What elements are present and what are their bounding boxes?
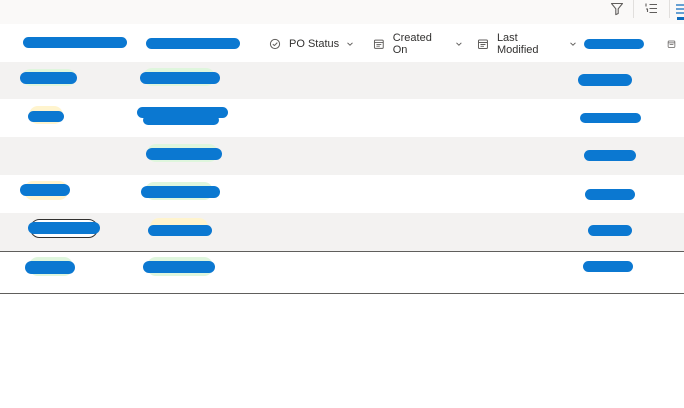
chevron-down-icon bbox=[347, 41, 353, 46]
calendar-icon bbox=[477, 39, 488, 49]
redacted-text bbox=[146, 38, 240, 49]
redacted-text bbox=[28, 222, 100, 234]
table-row[interactable] bbox=[0, 62, 684, 99]
column-header-7[interactable] bbox=[667, 25, 684, 62]
column-header-po-status[interactable]: PO Status bbox=[269, 25, 359, 62]
column-header-last-modified[interactable]: Last Modified bbox=[477, 25, 577, 62]
table-row[interactable] bbox=[0, 175, 684, 213]
redacted-text bbox=[23, 37, 127, 48]
chevron-down-icon bbox=[456, 41, 462, 46]
redacted-text bbox=[585, 189, 635, 200]
grid-header: PO Status Created On Last Modified bbox=[0, 25, 684, 62]
table-row-selected[interactable] bbox=[0, 213, 684, 251]
column-header-label: PO Status bbox=[289, 37, 340, 50]
grid-bottom-border bbox=[0, 293, 684, 294]
redacted-text bbox=[143, 261, 215, 273]
column-header-2[interactable] bbox=[145, 25, 245, 62]
redacted-text bbox=[583, 261, 633, 272]
redacted-text bbox=[28, 111, 64, 122]
table-row[interactable] bbox=[0, 252, 684, 293]
table-row[interactable] bbox=[0, 99, 684, 137]
redacted-text bbox=[20, 72, 77, 84]
column-header-label: Created On bbox=[392, 31, 432, 56]
toolbar-divider bbox=[669, 0, 670, 18]
redacted-text bbox=[580, 113, 641, 123]
calendar-icon bbox=[667, 40, 676, 48]
redacted-text bbox=[141, 186, 220, 198]
view-layout-icon bbox=[676, 4, 684, 14]
toolbar-divider bbox=[633, 0, 634, 18]
list-ordered-icon bbox=[645, 3, 657, 14]
table-row[interactable] bbox=[0, 137, 684, 175]
status-icon bbox=[269, 38, 281, 49]
redacted-text bbox=[584, 150, 636, 161]
redacted-text bbox=[143, 115, 219, 125]
command-bar bbox=[0, 0, 684, 24]
column-header-1[interactable] bbox=[23, 25, 133, 62]
redacted-text bbox=[25, 261, 75, 274]
column-header-label: Last Modified bbox=[496, 31, 539, 56]
chevron-down-icon bbox=[570, 41, 576, 46]
column-header-6[interactable] bbox=[583, 25, 653, 62]
active-view-indicator bbox=[677, 17, 684, 20]
calendar-icon bbox=[373, 39, 384, 49]
redacted-text bbox=[20, 184, 70, 196]
sort-button[interactable] bbox=[637, 0, 665, 18]
redacted-text bbox=[588, 225, 632, 236]
filter-button[interactable] bbox=[603, 0, 631, 18]
redacted-text bbox=[148, 225, 212, 236]
redacted-text bbox=[578, 74, 632, 86]
redacted-text bbox=[140, 72, 220, 84]
redacted-text bbox=[146, 148, 222, 160]
filter-icon bbox=[610, 2, 624, 16]
redacted-text bbox=[584, 39, 644, 49]
view-layout-button[interactable] bbox=[672, 0, 684, 18]
column-header-created-on[interactable]: Created On bbox=[373, 25, 463, 62]
